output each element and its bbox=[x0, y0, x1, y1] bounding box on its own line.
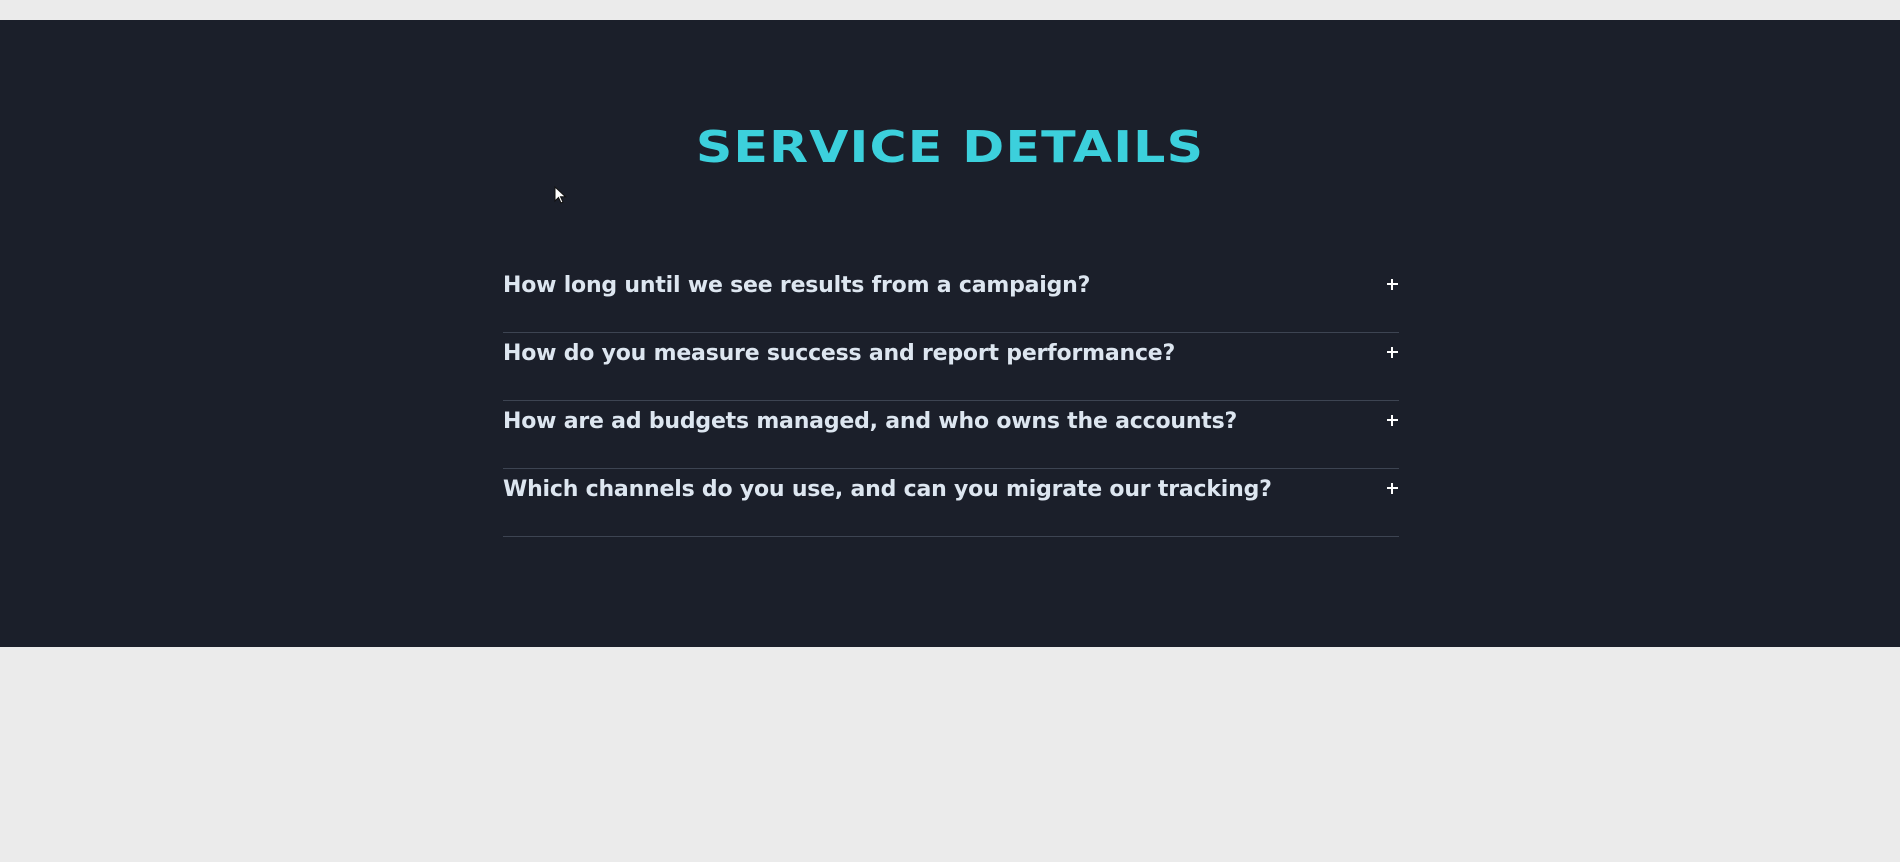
plus-icon bbox=[1386, 278, 1398, 290]
section-title: SERVICE DETAILS bbox=[695, 122, 1205, 173]
mouse-pointer-icon bbox=[554, 186, 567, 204]
faq-item-measure-success[interactable]: How do you measure success and report pe… bbox=[503, 333, 1399, 401]
plus-icon bbox=[1386, 414, 1398, 426]
expand-toggle-button[interactable] bbox=[1385, 477, 1399, 499]
expand-toggle-button[interactable] bbox=[1385, 409, 1399, 431]
expand-toggle-button[interactable] bbox=[1385, 341, 1399, 363]
faq-question: How are ad budgets managed, and who owns… bbox=[503, 409, 1238, 434]
faq-accordion: How long until we see results from a cam… bbox=[503, 265, 1399, 537]
expand-toggle-button[interactable] bbox=[1385, 273, 1399, 295]
faq-question: How long until we see results from a cam… bbox=[503, 273, 1091, 298]
plus-icon bbox=[1386, 482, 1398, 494]
page: SERVICE DETAILS How long until we see re… bbox=[0, 0, 1900, 862]
faq-question: How do you measure success and report pe… bbox=[503, 341, 1176, 366]
faq-item-results[interactable]: How long until we see results from a cam… bbox=[503, 265, 1399, 333]
faq-item-channels[interactable]: Which channels do you use, and can you m… bbox=[503, 469, 1399, 537]
plus-icon bbox=[1386, 346, 1398, 358]
faq-question: Which channels do you use, and can you m… bbox=[503, 477, 1272, 502]
faq-item-ad-budgets[interactable]: How are ad budgets managed, and who owns… bbox=[503, 401, 1399, 469]
